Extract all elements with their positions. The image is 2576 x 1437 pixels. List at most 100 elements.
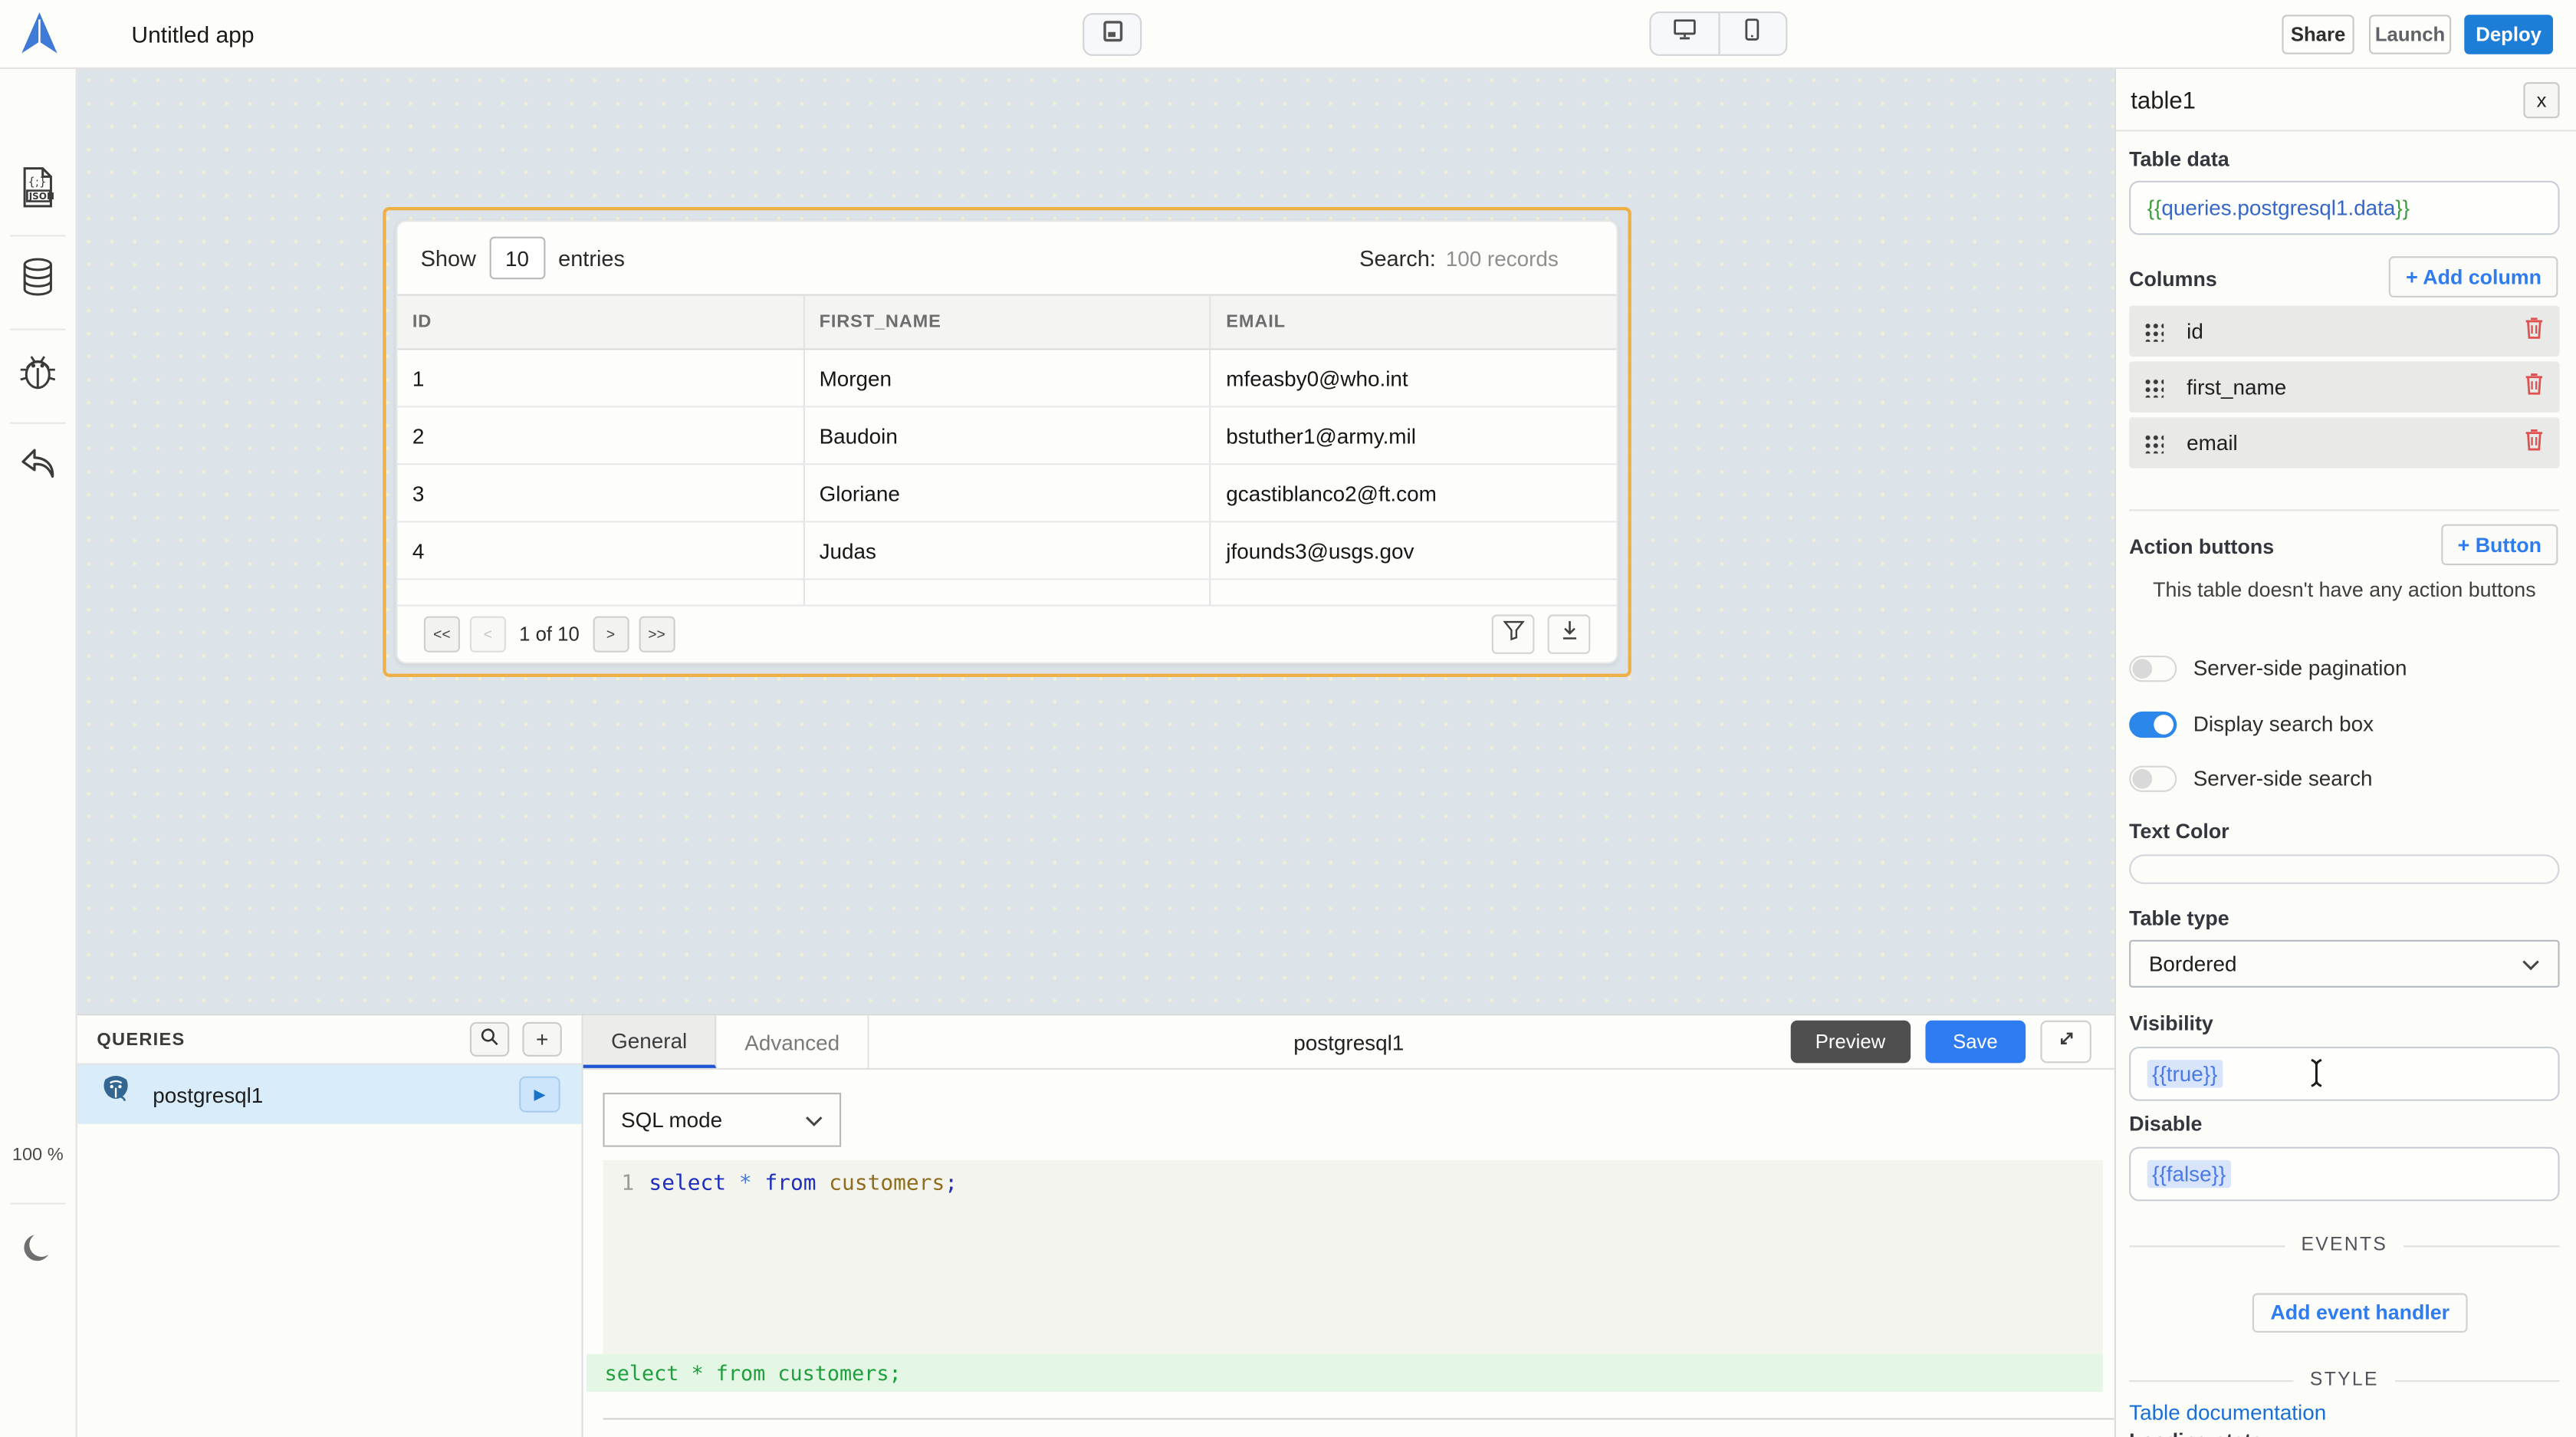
share-button[interactable]: Share bbox=[2282, 15, 2354, 54]
sql-mode-value: SQL mode bbox=[621, 1107, 722, 1132]
svg-text:JSON: JSON bbox=[28, 190, 54, 201]
disable-value: {{false}} bbox=[2147, 1160, 2231, 1188]
mobile-view-button[interactable] bbox=[1720, 13, 1786, 54]
moon-icon bbox=[20, 1230, 56, 1274]
style-header-text: STYLE bbox=[2310, 1370, 2379, 1390]
toggle-label: Server-side search bbox=[2193, 766, 2373, 791]
cell-email: gcastiblanco2@ft.com bbox=[1211, 465, 1617, 521]
app-title: Untitled app bbox=[131, 21, 254, 48]
desktop-view-button[interactable] bbox=[1651, 13, 1720, 54]
sidebar-item-undo[interactable] bbox=[0, 446, 76, 492]
table-type-select[interactable]: Bordered bbox=[2129, 940, 2559, 988]
queries-header: QUERIES + bbox=[77, 1015, 582, 1064]
sidebar-item-inspector[interactable]: {;}JSON bbox=[0, 168, 76, 214]
save-button[interactable]: Save bbox=[1925, 1021, 2026, 1064]
deploy-button[interactable]: Deploy bbox=[2464, 15, 2553, 54]
code-line: 1 select * from customers; bbox=[603, 1172, 2102, 1196]
sql-mode-select[interactable]: SQL mode bbox=[603, 1093, 841, 1147]
add-action-button[interactable]: + Button bbox=[2441, 524, 2558, 566]
close-inspector-button[interactable]: x bbox=[2523, 82, 2559, 118]
table-row[interactable]: 4 Judas jfounds3@usgs.gov bbox=[398, 522, 1617, 580]
column-header-email[interactable]: EMAIL bbox=[1211, 296, 1617, 349]
bottom-panel: QUERIES + postgresql1 ▶ pos bbox=[77, 1014, 2114, 1437]
toggle-server-side-search: Server-side search bbox=[2129, 764, 2559, 791]
table-widget[interactable]: Show 10 entries Search: ID FIRST_NAME EM… bbox=[383, 207, 1631, 677]
drag-handle-icon[interactable] bbox=[2144, 377, 2164, 397]
cell-id: 2 bbox=[398, 407, 805, 463]
download-button[interactable] bbox=[1548, 614, 1591, 653]
pagination-prev-button[interactable]: < bbox=[470, 617, 506, 653]
canvas-size-button[interactable] bbox=[1083, 13, 1142, 56]
add-event-handler-button[interactable]: Add event handler bbox=[2252, 1293, 2468, 1332]
search-icon bbox=[480, 1027, 500, 1051]
toggle-switch[interactable] bbox=[2129, 711, 2177, 737]
chevron-down-icon bbox=[2522, 952, 2540, 976]
sql-code-editor[interactable]: 1 select * from customers; bbox=[603, 1160, 2102, 1354]
query-result-preview: select * from customers; bbox=[586, 1354, 2103, 1392]
sidebar-item-debugger[interactable] bbox=[0, 352, 76, 398]
column-item-id[interactable]: id bbox=[2129, 306, 2559, 357]
drag-handle-icon[interactable] bbox=[2144, 321, 2164, 341]
pagination-first-button[interactable]: << bbox=[424, 617, 460, 653]
expand-editor-button[interactable] bbox=[2040, 1021, 2091, 1064]
table-data-input[interactable]: {{queries.postgresql1.data}} bbox=[2129, 181, 2559, 235]
tab-advanced[interactable]: Advanced bbox=[717, 1015, 869, 1068]
query-editor-actions: Preview Save bbox=[1791, 1015, 2114, 1068]
table-search: Search: bbox=[1359, 245, 1593, 270]
sidebar-item-datasources[interactable] bbox=[0, 258, 76, 304]
add-column-button[interactable]: + Add column bbox=[2390, 256, 2558, 298]
visibility-label: Visibility bbox=[2129, 1012, 2559, 1035]
table-type-value: Bordered bbox=[2149, 952, 2237, 976]
dark-mode-toggle[interactable] bbox=[0, 1229, 76, 1275]
column-name: first_name bbox=[2187, 375, 2286, 400]
drag-handle-icon[interactable] bbox=[2144, 433, 2164, 453]
tab-general[interactable]: General bbox=[583, 1015, 717, 1068]
editor-divider bbox=[603, 1418, 2114, 1419]
column-header-id[interactable]: ID bbox=[398, 296, 805, 349]
run-query-button[interactable]: ▶ bbox=[519, 1077, 560, 1113]
table-row[interactable]: 1 Morgen mfeasby0@who.int bbox=[398, 350, 1617, 407]
cell-first-name: Morgen bbox=[804, 350, 1211, 406]
pagination-status: 1 of 10 bbox=[519, 623, 580, 646]
toggle-label: Display search box bbox=[2193, 712, 2374, 736]
cell-first-name: Gloriane bbox=[804, 465, 1211, 521]
table-row[interactable]: 2 Baudoin bstuther1@army.mil bbox=[398, 407, 1617, 465]
toggle-switch[interactable] bbox=[2129, 765, 2177, 791]
style-section-header: STYLE bbox=[2129, 1370, 2559, 1390]
binding-text: queries.postgresql1.data bbox=[2161, 196, 2395, 220]
disable-input[interactable]: {{false}} bbox=[2129, 1147, 2559, 1202]
column-item-first-name[interactable]: first_name bbox=[2129, 361, 2559, 412]
postgresql-icon bbox=[99, 1073, 133, 1116]
table-documentation-link[interactable]: Table documentation bbox=[2129, 1400, 2559, 1425]
table-widget-card: Show 10 entries Search: ID FIRST_NAME EM… bbox=[396, 220, 1618, 664]
undo-arrow-icon bbox=[18, 445, 59, 492]
column-header-first-name[interactable]: FIRST_NAME bbox=[804, 296, 1211, 349]
page-size-box[interactable]: 10 bbox=[489, 237, 545, 280]
pagination-last-button[interactable]: >> bbox=[639, 617, 675, 653]
table-row[interactable]: 3 Gloriane gcastiblanco2@ft.com bbox=[398, 465, 1617, 522]
preview-button[interactable]: Preview bbox=[1791, 1021, 1911, 1064]
add-query-button[interactable]: + bbox=[522, 1022, 561, 1057]
trash-icon[interactable] bbox=[2523, 370, 2545, 403]
pagination-next-button[interactable]: > bbox=[593, 617, 629, 653]
launch-button[interactable]: Launch bbox=[2369, 15, 2451, 54]
column-name: email bbox=[2187, 430, 2238, 455]
query-list-item-postgresql1[interactable]: postgresql1 ▶ bbox=[77, 1065, 582, 1124]
query-search-button[interactable] bbox=[470, 1022, 509, 1057]
trash-icon[interactable] bbox=[2523, 314, 2545, 347]
top-bar: Untitled app Share Launch Deploy bbox=[0, 0, 2576, 69]
visibility-input[interactable]: {{true}} bbox=[2129, 1047, 2559, 1101]
filter-button[interactable] bbox=[1492, 614, 1535, 653]
sql-keyword: select bbox=[649, 1172, 726, 1196]
toggle-switch[interactable] bbox=[2129, 655, 2177, 681]
sidebar-divider bbox=[10, 235, 66, 236]
query-editor-panel: postgresql1 General Advanced Preview Sav… bbox=[583, 1015, 2114, 1437]
database-icon bbox=[20, 255, 56, 306]
trash-icon[interactable] bbox=[2523, 426, 2545, 459]
table-search-input[interactable] bbox=[1446, 245, 1594, 270]
column-item-email[interactable]: email bbox=[2129, 417, 2559, 468]
selected-widget-name: table1 bbox=[2131, 89, 2196, 115]
text-color-input[interactable] bbox=[2129, 854, 2559, 884]
app-logo-icon[interactable] bbox=[18, 10, 61, 66]
sidebar-divider bbox=[10, 1203, 66, 1205]
